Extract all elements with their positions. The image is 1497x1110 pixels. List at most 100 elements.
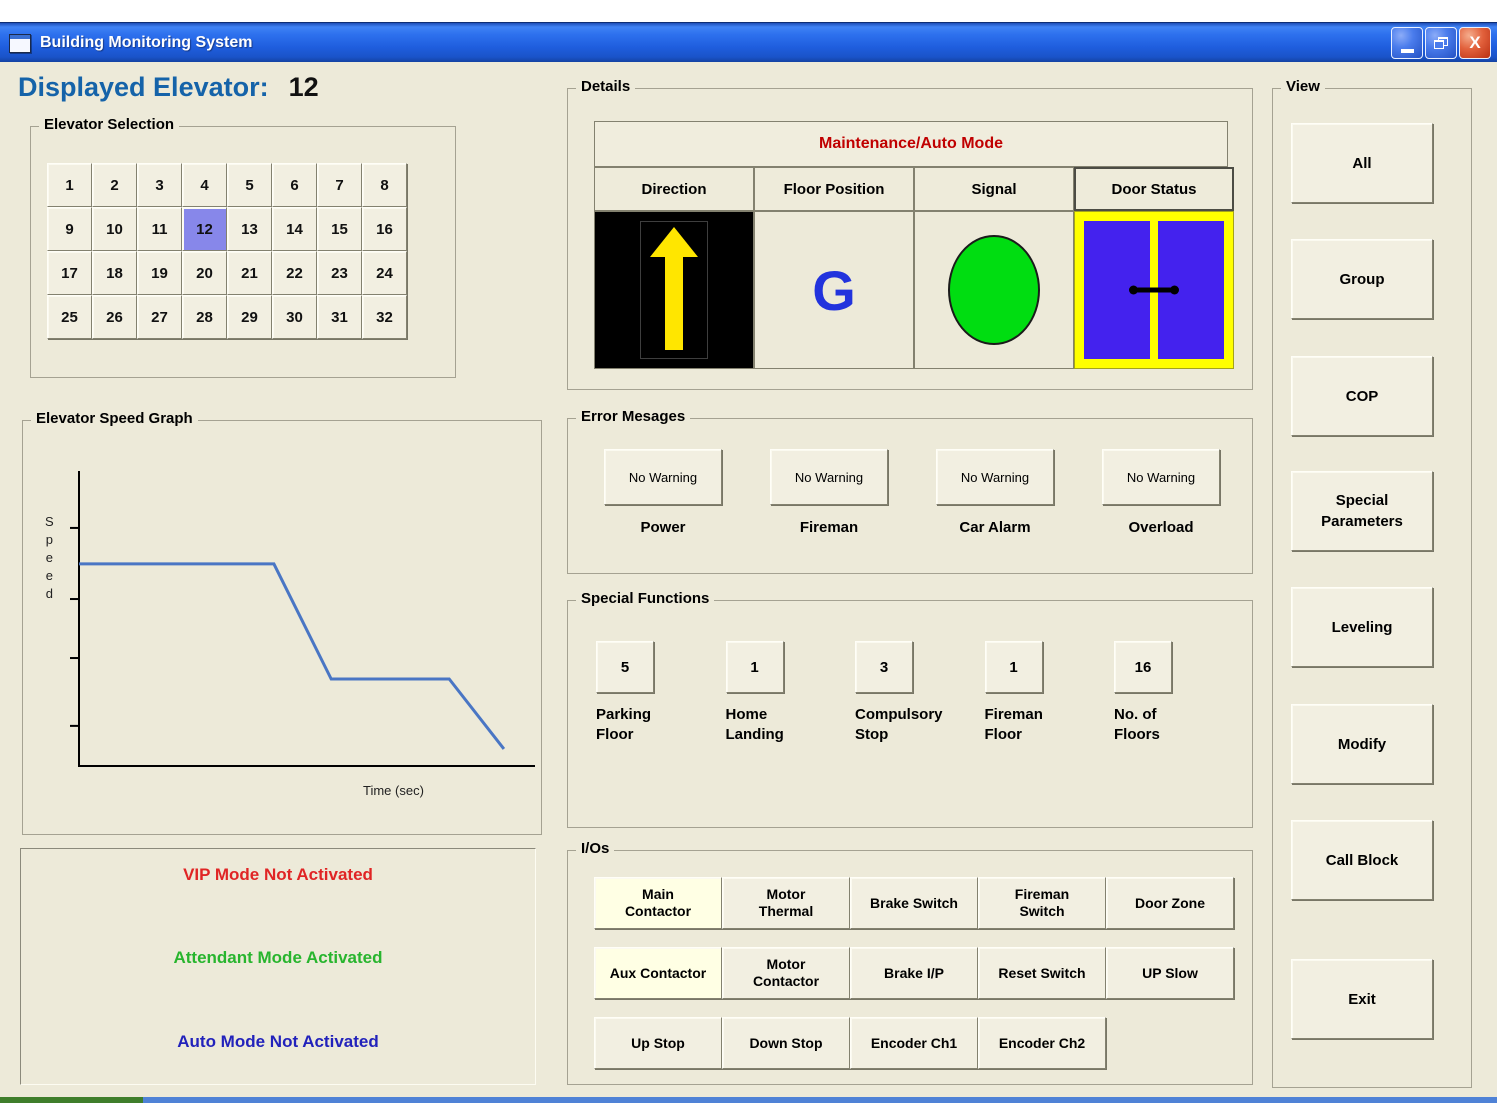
view-button-special-parameters[interactable]: Special Parameters xyxy=(1291,471,1433,551)
start-button-edge[interactable] xyxy=(0,1097,143,1103)
view-button-group[interactable]: Group xyxy=(1291,239,1433,319)
io-button-brake-i-p[interactable]: Brake I/P xyxy=(850,947,978,999)
window-controls: X xyxy=(1391,27,1497,59)
io-button-aux-contactor[interactable]: Aux Contactor xyxy=(594,947,722,999)
io-button-fireman-switch[interactable]: Fireman Switch xyxy=(978,877,1106,929)
taskbar-strip[interactable] xyxy=(143,1097,1497,1103)
view-button-leveling[interactable]: Leveling xyxy=(1291,587,1433,667)
elevator-button-17[interactable]: 17 xyxy=(47,251,92,295)
elevator-button-22[interactable]: 22 xyxy=(272,251,317,295)
elevator-button-32[interactable]: 32 xyxy=(362,295,407,339)
elevator-button-24[interactable]: 24 xyxy=(362,251,407,295)
view-button-cop[interactable]: COP xyxy=(1291,356,1433,436)
mode-status-box: VIP Mode Not Activated Attendant Mode Ac… xyxy=(20,848,536,1085)
elevator-button-12[interactable]: 12 xyxy=(182,207,227,251)
value-button-parking-floor[interactable]: 5 xyxy=(596,641,654,693)
elevator-button-18[interactable]: 18 xyxy=(92,251,137,295)
close-button[interactable]: X xyxy=(1459,27,1491,59)
warning-button-power[interactable]: No Warning xyxy=(604,449,722,505)
ios-title: I/Os xyxy=(576,840,614,857)
elevator-grid: 1234567891011121314151617181920212223242… xyxy=(47,163,407,339)
elevator-button-20[interactable]: 20 xyxy=(182,251,227,295)
elevator-button-19[interactable]: 19 xyxy=(137,251,182,295)
value-button-fireman-floor[interactable]: 1 xyxy=(985,641,1043,693)
elevator-button-7[interactable]: 7 xyxy=(317,163,362,207)
value-button-compulsory-stop[interactable]: 3 xyxy=(855,641,913,693)
io-button-encoder-ch1[interactable]: Encoder Ch1 xyxy=(850,1017,978,1069)
minimize-button[interactable] xyxy=(1391,27,1423,59)
special-function-home-landing: 1Home Landing xyxy=(726,641,838,745)
io-button-reset-switch[interactable]: Reset Switch xyxy=(978,947,1106,999)
elevator-button-13[interactable]: 13 xyxy=(227,207,272,251)
elevator-button-21[interactable]: 21 xyxy=(227,251,272,295)
elevator-button-30[interactable]: 30 xyxy=(272,295,317,339)
elevator-button-5[interactable]: 5 xyxy=(227,163,272,207)
error-item-car-alarm: No WarningCar Alarm xyxy=(936,449,1054,536)
elevator-button-27[interactable]: 27 xyxy=(137,295,182,339)
view-group: View AllGroupCOPSpecial ParametersLeveli… xyxy=(1272,88,1472,1088)
elevator-button-15[interactable]: 15 xyxy=(317,207,362,251)
warning-button-car-alarm[interactable]: No Warning xyxy=(936,449,1054,505)
door-handle-icon xyxy=(1132,288,1176,293)
floor-position-indicator: G xyxy=(754,211,914,369)
label-no-of-floors: No. of Floors xyxy=(1114,705,1226,745)
label-compulsory-stop: Compulsory Stop xyxy=(855,705,967,745)
io-button-up-stop[interactable]: Up Stop xyxy=(594,1017,722,1069)
io-button-main-contactor[interactable]: Main Contactor xyxy=(594,877,722,929)
ios-group: I/Os Main ContactorMotor ThermalBrake Sw… xyxy=(567,850,1253,1085)
elevator-button-6[interactable]: 6 xyxy=(272,163,317,207)
displayed-elevator-value: 12 xyxy=(289,72,319,102)
error-label-overload: Overload xyxy=(1102,519,1220,536)
window-title: Building Monitoring System xyxy=(40,34,252,52)
special-function-fireman-floor: 1Fireman Floor xyxy=(985,641,1097,745)
elevator-button-4[interactable]: 4 xyxy=(182,163,227,207)
elevator-button-9[interactable]: 9 xyxy=(47,207,92,251)
y-axis-label: S p e e d xyxy=(45,513,54,603)
io-rows: Main ContactorMotor ThermalBrake SwitchF… xyxy=(594,877,1234,1087)
x-axis-label: Time (sec) xyxy=(363,783,424,798)
value-button-home-landing[interactable]: 1 xyxy=(726,641,784,693)
door-status-indicator xyxy=(1074,211,1234,369)
warning-button-overload[interactable]: No Warning xyxy=(1102,449,1220,505)
title-bar: Building Monitoring System X xyxy=(0,22,1497,63)
floor-position-value: G xyxy=(812,258,856,323)
io-button-down-stop[interactable]: Down Stop xyxy=(722,1017,850,1069)
special-functions-title: Special Functions xyxy=(576,590,714,607)
io-button-up-slow[interactable]: UP Slow xyxy=(1106,947,1234,999)
elevator-button-1[interactable]: 1 xyxy=(47,163,92,207)
elevator-button-26[interactable]: 26 xyxy=(92,295,137,339)
elevator-button-16[interactable]: 16 xyxy=(362,207,407,251)
elevator-button-11[interactable]: 11 xyxy=(137,207,182,251)
app-icon xyxy=(9,34,31,53)
elevator-selection-group: Elevator Selection 123456789101112131415… xyxy=(30,126,456,378)
elevator-button-2[interactable]: 2 xyxy=(92,163,137,207)
elevator-button-28[interactable]: 28 xyxy=(182,295,227,339)
elevator-button-3[interactable]: 3 xyxy=(137,163,182,207)
restore-button[interactable] xyxy=(1425,27,1457,59)
elevator-button-29[interactable]: 29 xyxy=(227,295,272,339)
value-button-no-of-floors[interactable]: 16 xyxy=(1114,641,1172,693)
elevator-button-8[interactable]: 8 xyxy=(362,163,407,207)
elevator-button-25[interactable]: 25 xyxy=(47,295,92,339)
io-button-motor-thermal[interactable]: Motor Thermal xyxy=(722,877,850,929)
io-button-motor-contactor[interactable]: Motor Contactor xyxy=(722,947,850,999)
io-button-encoder-ch2[interactable]: Encoder Ch2 xyxy=(978,1017,1106,1069)
minimize-icon xyxy=(1401,49,1414,53)
view-button-all[interactable]: All xyxy=(1291,123,1433,203)
warning-button-fireman[interactable]: No Warning xyxy=(770,449,888,505)
speed-graph-group: Elevator Speed Graph S p e e d Time (sec… xyxy=(22,420,542,835)
io-button-brake-switch[interactable]: Brake Switch xyxy=(850,877,978,929)
up-arrow-icon xyxy=(640,221,708,359)
elevator-button-14[interactable]: 14 xyxy=(272,207,317,251)
elevator-button-10[interactable]: 10 xyxy=(92,207,137,251)
screen: Building Monitoring System X Displayed E… xyxy=(0,0,1497,1110)
signal-indicator xyxy=(914,211,1074,369)
elevator-button-23[interactable]: 23 xyxy=(317,251,362,295)
view-button-call-block[interactable]: Call Block xyxy=(1291,820,1433,900)
vip-mode-status: VIP Mode Not Activated xyxy=(21,865,535,885)
view-button-exit[interactable]: Exit xyxy=(1291,959,1433,1039)
io-button-door-zone[interactable]: Door Zone xyxy=(1106,877,1234,929)
view-button-modify[interactable]: Modify xyxy=(1291,704,1433,784)
elevator-button-31[interactable]: 31 xyxy=(317,295,362,339)
client-area: Displayed Elevator:12 Elevator Selection… xyxy=(0,62,1497,1097)
